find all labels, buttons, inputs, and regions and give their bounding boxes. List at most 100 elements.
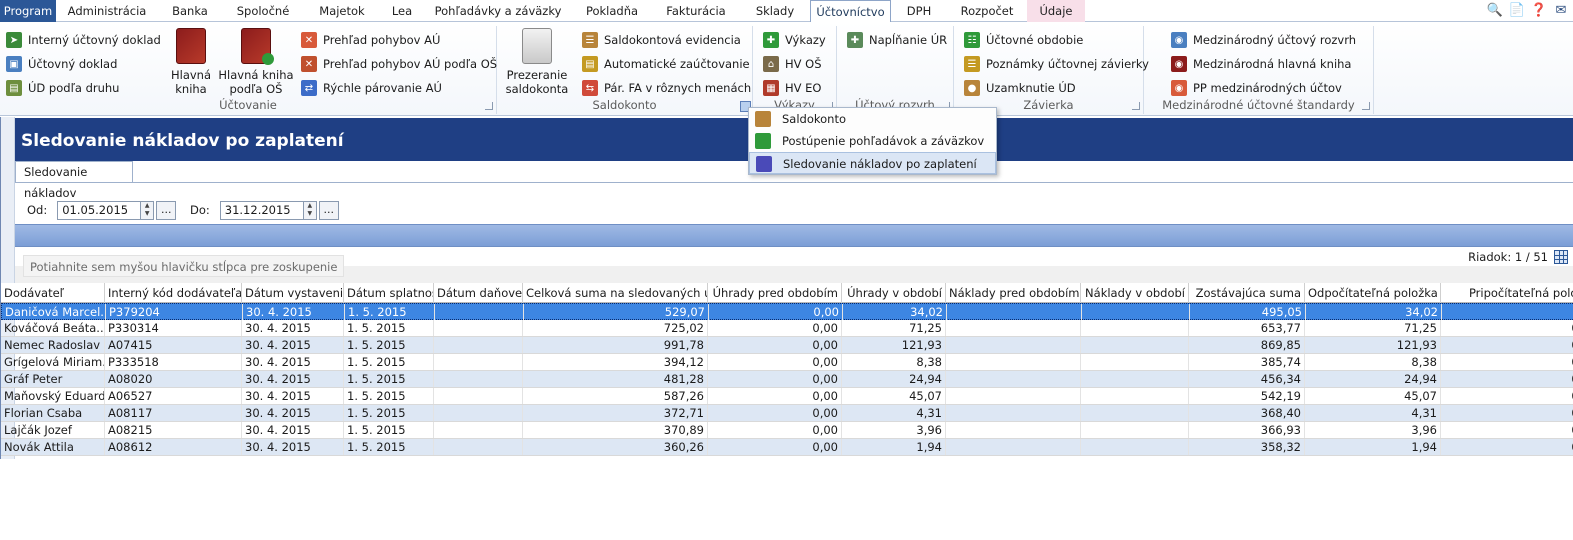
- tab-item[interactable]: Údaje: [1027, 0, 1085, 22]
- column-header[interactable]: Dátum splatnos: [344, 283, 434, 303]
- table-cell: 1. 5. 2015: [344, 337, 434, 353]
- org-chart-icon: ▦: [763, 80, 779, 96]
- column-header[interactable]: Úhrady v období: [842, 283, 946, 303]
- par-fa-v-roznych-menach-button[interactable]: ⇆ Pár. FA v rôznych menách: [582, 77, 751, 99]
- tab-item[interactable]: Lea: [380, 0, 424, 22]
- tab-item[interactable]: Banka: [158, 0, 222, 22]
- column-header[interactable]: Dodávateľ: [1, 283, 105, 303]
- hlavna-kniha-button[interactable]: Hlavná kniha: [168, 28, 214, 96]
- search-icon[interactable]: 🔍: [1487, 2, 1503, 19]
- group-launcher-icon[interactable]: [1362, 102, 1370, 110]
- prehlad-pohybov-au-button[interactable]: ✕ Prehľad pohybov AÚ: [301, 29, 440, 51]
- table-row[interactable]: Kováčová Beáta... P330314 30. 4. 2015 1. 5.…: [1, 320, 1573, 337]
- naplnanie-ur-button[interactable]: ✚ Napĺňanie ÚR: [847, 29, 947, 51]
- table-cell: A08020: [105, 371, 242, 387]
- column-header[interactable]: Odpočítateľná položka: [1305, 283, 1441, 303]
- tab-item[interactable]: Účtovníctvo: [810, 0, 891, 23]
- automaticke-zauctovanie-button[interactable]: ▤ Automatické zaúčtovanie: [582, 53, 750, 75]
- pp-medzinarodnych-uctov-button[interactable]: ◉ PP medzinárodných účtov: [1171, 77, 1342, 99]
- column-header[interactable]: Náklady pred obdobím: [946, 283, 1081, 303]
- group-launcher-icon[interactable]: [1132, 102, 1140, 110]
- group-launcher-icon[interactable]: [485, 102, 493, 110]
- hv-os-button[interactable]: ⌂ HV OŠ: [763, 53, 822, 75]
- column-header[interactable]: Interný kód dodávateľa: [105, 283, 242, 303]
- table-row[interactable]: Nemec Radoslav A07415 30. 4. 2015 1. 5. 201…: [1, 337, 1573, 354]
- table-row[interactable]: Gráf Peter A08020 30. 4. 2015 1. 5. 2015 481…: [1, 371, 1573, 388]
- tab-program[interactable]: Program: [0, 0, 56, 22]
- do-picker-button[interactable]: ...: [318, 200, 339, 220]
- tab-sledovanie-nakladov[interactable]: Sledovanie nákladov: [15, 161, 133, 200]
- column-header[interactable]: Úhrady pred obdobím: [708, 283, 842, 303]
- document-icon[interactable]: 📄: [1509, 2, 1525, 19]
- ud-podla-druhu-button[interactable]: ▤ ÚD podľa druhu: [6, 77, 119, 99]
- column-header[interactable]: Celková suma na sledovaných účt: [523, 283, 708, 303]
- column-header[interactable]: Náklady v období: [1081, 283, 1189, 303]
- table-cell: 991,78: [523, 337, 708, 353]
- do-spinner[interactable]: ▲ ▼: [303, 200, 317, 220]
- ledger-icon: ☰: [582, 32, 598, 48]
- mail-icon[interactable]: ✉: [1553, 2, 1569, 19]
- table-row[interactable]: Novák Attila A08612 30. 4. 2015 1. 5. 2015 3…: [1, 439, 1573, 456]
- tab-item[interactable]: Pokladňa: [572, 0, 652, 22]
- button-label: Medzinárodný účtový rozvrh: [1193, 33, 1357, 47]
- rychle-parovanie-au-button[interactable]: ⇄ Rýchle párovanie AÚ: [301, 77, 442, 99]
- ribbon-group-zavierka: ☷ Účtovné obdobie ☰ Poznámky účtovnej zá…: [954, 26, 1149, 114]
- table-cell: P330314: [105, 320, 242, 336]
- od-spinner[interactable]: ▲ ▼: [141, 200, 155, 220]
- menu-item-postupenie[interactable]: Postúpenie pohľadávok a záväzkov: [749, 130, 996, 152]
- table-cell: 869,85: [1189, 337, 1305, 353]
- button-label: Medzinárodná hlavná kniha: [1193, 57, 1352, 71]
- notes-icon: ☰: [964, 56, 980, 72]
- table-cell: [435, 304, 524, 320]
- help-icon[interactable]: ❓: [1531, 2, 1547, 19]
- table-row[interactable]: Grígelová Miriam... P333518 30. 4. 2015 1. …: [1, 354, 1573, 371]
- od-picker-button[interactable]: ...: [156, 200, 177, 220]
- tab-item[interactable]: Administrácia: [56, 0, 158, 22]
- menu-item-sledovanie-nakladov[interactable]: Sledovanie nákladov po zaplatení: [749, 152, 996, 174]
- tab-item[interactable]: Fakturácia: [652, 0, 740, 22]
- tab-item[interactable]: Sklady: [740, 0, 810, 22]
- do-date-input[interactable]: 31.12.2015: [219, 200, 304, 220]
- medzinarodna-hlavna-kniha-button[interactable]: ◉ Medzinárodná hlavná kniha: [1171, 53, 1351, 75]
- table-row[interactable]: Lajčák Jozef A08215 30. 4. 2015 1. 5. 2015 3…: [1, 422, 1573, 439]
- uzamknutie-ud-button[interactable]: ● Uzamknutie ÚD: [964, 77, 1076, 99]
- column-header[interactable]: Zostávajúca suma: [1189, 283, 1305, 303]
- uctovne-obdobie-button[interactable]: ☷ Účtovné obdobie: [964, 29, 1083, 51]
- hv-eo-button[interactable]: ▦ HV EO: [763, 77, 822, 99]
- menu-item-saldokonto[interactable]: Saldokonto: [749, 108, 996, 130]
- column-header[interactable]: Pripočítateľná položka: [1441, 283, 1573, 303]
- hlavna-kniha-os-button[interactable]: Hlavná kniha podľa OŠ: [218, 28, 294, 96]
- poznamky-uctovnej-zavierky-button[interactable]: ☰ Poznámky účtovnej závierky: [964, 53, 1149, 75]
- button-label: kniha: [175, 82, 207, 96]
- button-label: Uzamknutie ÚD: [986, 81, 1076, 95]
- table-row[interactable]: Daničová Marcel... P379204 30. 4. 2015 1. 5…: [1, 303, 1573, 320]
- medzinarodny-uctovy-rozvrh-button[interactable]: ◉ Medzinárodný účtový rozvrh: [1171, 29, 1356, 51]
- tab-item[interactable]: Pohľadávky a záväzky: [424, 0, 572, 22]
- vykazy-button[interactable]: ✚ Výkazy: [763, 29, 826, 51]
- button-label: Prezeranie: [506, 68, 568, 82]
- tab-item[interactable]: Rozpočet: [947, 0, 1027, 22]
- uctovny-doklad-button[interactable]: ▣ Účtovný doklad: [6, 53, 117, 75]
- tab-item[interactable]: Spoločné: [222, 0, 304, 22]
- grid-layout-icon[interactable]: [1554, 250, 1568, 264]
- interny-uctovny-doklad-button[interactable]: ➤ Interný účtovný doklad: [6, 29, 161, 51]
- button-label: podľa OŠ: [229, 82, 283, 96]
- prezeranie-saldokonta-button[interactable]: Prezeranie saldokonta: [503, 28, 571, 96]
- table-cell: [1081, 422, 1189, 438]
- saldokontova-evidencia-button[interactable]: ☰ Saldokontová evidencia: [582, 29, 741, 51]
- table-cell: Daničová Marcel...: [2, 304, 106, 320]
- tab-item[interactable]: DPH: [891, 0, 947, 22]
- table-cell: [434, 371, 523, 387]
- tab-item[interactable]: Majetok: [304, 0, 380, 22]
- table-row[interactable]: Florian Csaba A08117 30. 4. 2015 1. 5. 2015…: [1, 405, 1573, 422]
- column-header[interactable]: Dátum daňovej: [434, 283, 523, 303]
- od-date-input[interactable]: 01.05.2015: [57, 200, 142, 220]
- column-header[interactable]: Dátum vystavenia: [242, 283, 344, 303]
- prehlad-pohybov-au-os-button[interactable]: ✕ Prehľad pohybov AÚ podľa OŠ: [301, 53, 497, 75]
- table-cell: 0,00: [1441, 439, 1573, 455]
- table-row[interactable]: Maňovský Eduard A06527 30. 4. 2015 1. 5. 20…: [1, 388, 1573, 405]
- pairing-icon: ⇄: [301, 80, 317, 96]
- button-label: Výkazy: [785, 33, 826, 47]
- table-cell: 481,28: [523, 371, 708, 387]
- button-label: Pár. FA v rôznych menách: [604, 81, 752, 95]
